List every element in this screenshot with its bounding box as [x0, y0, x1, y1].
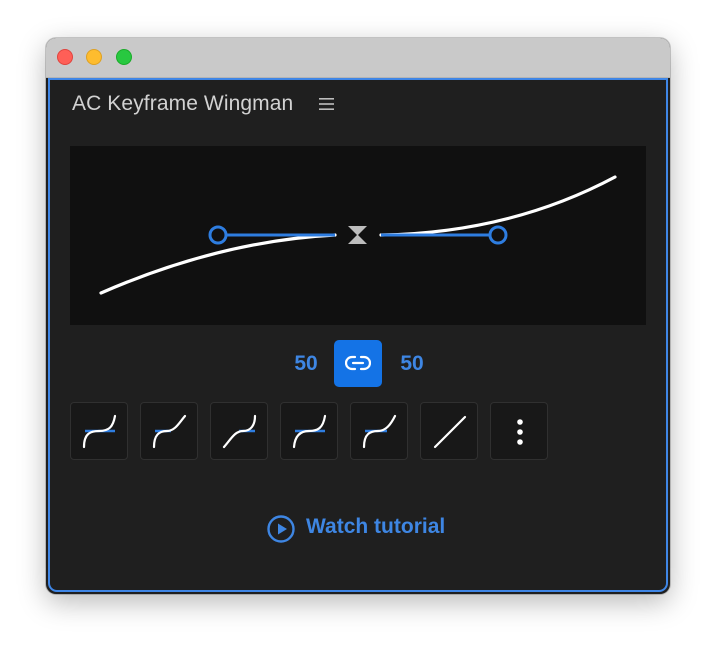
- hourglass-keyframe-icon: [348, 226, 367, 244]
- play-circle-icon: [267, 515, 295, 543]
- preset-ease-5[interactable]: [350, 402, 408, 460]
- vertical-ellipsis-icon: [517, 419, 523, 445]
- preset-linear[interactable]: [420, 402, 478, 460]
- influence-out-value[interactable]: 50: [286, 352, 326, 376]
- preset-more[interactable]: [490, 402, 548, 460]
- preset-ease-3[interactable]: [210, 402, 268, 460]
- minimize-window-button[interactable]: [86, 49, 102, 65]
- preset-ease-4[interactable]: [280, 402, 338, 460]
- watch-tutorial-label: Watch tutorial: [306, 515, 446, 538]
- preset-ease-1[interactable]: [70, 402, 128, 460]
- preset-ease-2[interactable]: [140, 402, 198, 460]
- zoom-window-button[interactable]: [116, 49, 132, 65]
- outgoing-handle-knob: [208, 225, 228, 245]
- link-influence-button[interactable]: [334, 340, 382, 387]
- panel-title: AC Keyframe Wingman: [72, 92, 294, 115]
- hamburger-menu-icon[interactable]: [318, 97, 336, 111]
- window-titlebar[interactable]: [46, 38, 670, 78]
- link-icon: [345, 355, 371, 371]
- incoming-handle-knob: [488, 225, 508, 245]
- easing-graph[interactable]: [70, 146, 646, 325]
- close-window-button[interactable]: [57, 49, 73, 65]
- extension-panel: AC Keyframe Wingman 50 50 Watch tutorial: [48, 78, 668, 592]
- influence-in-value[interactable]: 50: [392, 352, 432, 376]
- app-window: AC Keyframe Wingman 50 50 Watch tutorial: [46, 38, 670, 594]
